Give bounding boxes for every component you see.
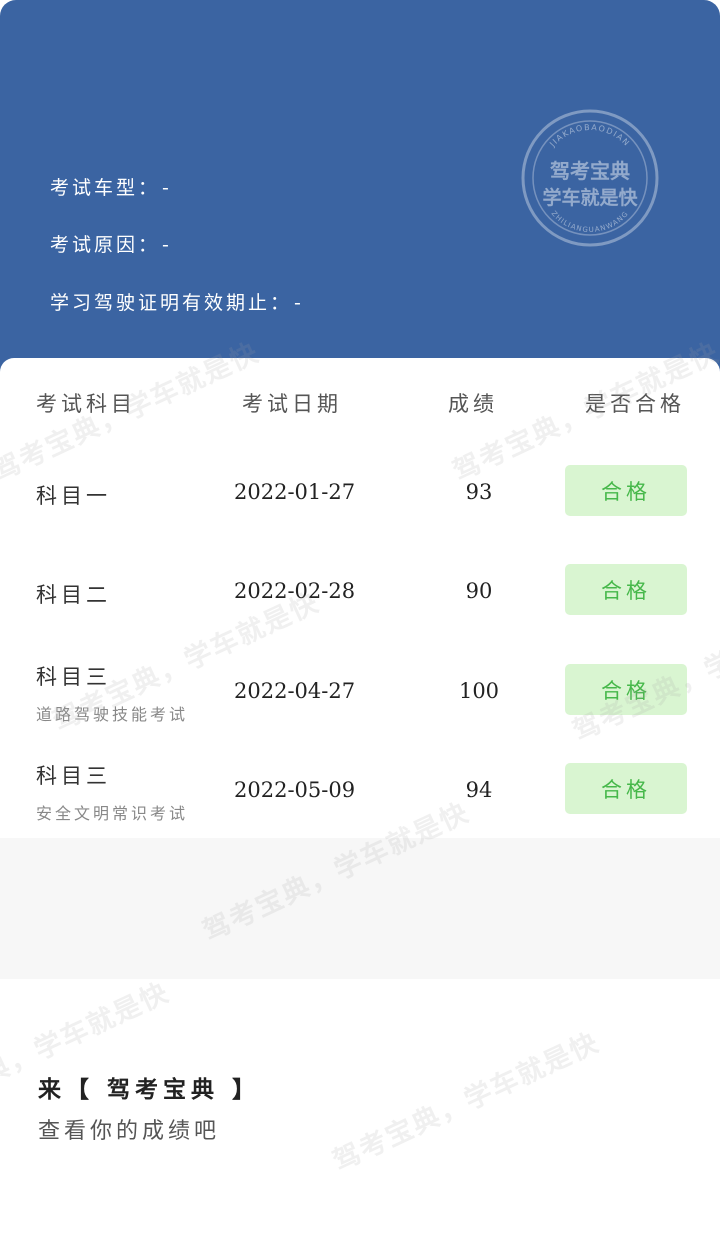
svg-text:ZHILIANGUANWANG: ZHILIANGUANWANG [550, 209, 631, 234]
pass-badge: 合格 [565, 564, 687, 615]
vehicle-type-value: - [162, 177, 172, 199]
exam-date: 2022-05-09 [234, 778, 356, 802]
promo-title: 来【 驾考宝典 】 [38, 1077, 261, 1103]
pass-badge: 合格 [565, 465, 687, 516]
table-row: 科目三 道路驾驶技能考试 2022-04-27 100 合格 [0, 651, 720, 731]
validity-value: - [294, 292, 304, 314]
divider-band [0, 838, 720, 979]
exam-date: 2022-04-27 [234, 679, 356, 703]
subject-name: 科目一 [36, 484, 111, 508]
watermark-text: 驾考宝典，学车就是快 [0, 976, 175, 1128]
subject-name: 科目三 [36, 764, 111, 788]
subject-name: 科目二 [36, 583, 111, 607]
validity-label: 学习驾驶证明有效期止： [50, 292, 293, 314]
exam-reason-label: 考试原因： [50, 234, 161, 256]
table-row: 科目二 2022-02-28 90 合格 [0, 551, 720, 631]
column-header-pass: 是否合格 [585, 392, 685, 416]
svg-text:驾考宝典: 驾考宝典 [550, 159, 630, 183]
subject-subtitle: 道路驾驶技能考试 [36, 705, 189, 724]
exam-score: 100 [458, 679, 500, 703]
table-row: 科目三 安全文明常识考试 2022-05-09 94 合格 [0, 750, 720, 830]
exam-score: 93 [465, 480, 493, 504]
exam-score: 90 [465, 579, 493, 603]
exam-date: 2022-01-27 [234, 480, 356, 504]
validity-line: 学习驾驶证明有效期止： - [50, 288, 304, 315]
exam-reason-value: - [162, 234, 172, 256]
subject-name: 科目三 [36, 665, 111, 689]
watermark-text: 驾考宝典，学车就是快 [328, 1026, 605, 1178]
svg-text:JIAKAOBAODIAN: JIAKAOBAODIAN [547, 123, 631, 149]
brand-seal-stamp: JIAKAOBAODIAN ZHILIANGUANWANG 驾考宝典 学车就是快 [521, 109, 659, 247]
pass-badge: 合格 [565, 763, 687, 814]
vehicle-type-label: 考试车型： [50, 177, 161, 199]
header-panel: 考试车型： - 考试原因： - 学习驾驶证明有效期止： - JIAKAOBAODIAN… [0, 0, 720, 380]
exam-date: 2022-02-28 [234, 579, 356, 603]
exam-score: 94 [465, 778, 493, 802]
pass-badge: 合格 [565, 664, 687, 715]
column-header-subject: 考试科目 [36, 392, 136, 416]
column-header-score: 成绩 [448, 392, 498, 416]
svg-text:学车就是快: 学车就是快 [542, 186, 638, 209]
subject-subtitle: 安全文明常识考试 [36, 804, 189, 823]
table-row: 科目一 2022-01-27 93 合格 [0, 452, 720, 532]
exam-reason-line: 考试原因： - [50, 230, 172, 257]
vehicle-type-line: 考试车型： - [50, 173, 172, 200]
promo-subtitle: 查看你的成绩吧 [38, 1119, 221, 1144]
score-report-page: 考试车型： - 考试原因： - 学习驾驶证明有效期止： - JIAKAOBAODIAN… [0, 0, 720, 1241]
column-header-date: 考试日期 [242, 392, 342, 416]
